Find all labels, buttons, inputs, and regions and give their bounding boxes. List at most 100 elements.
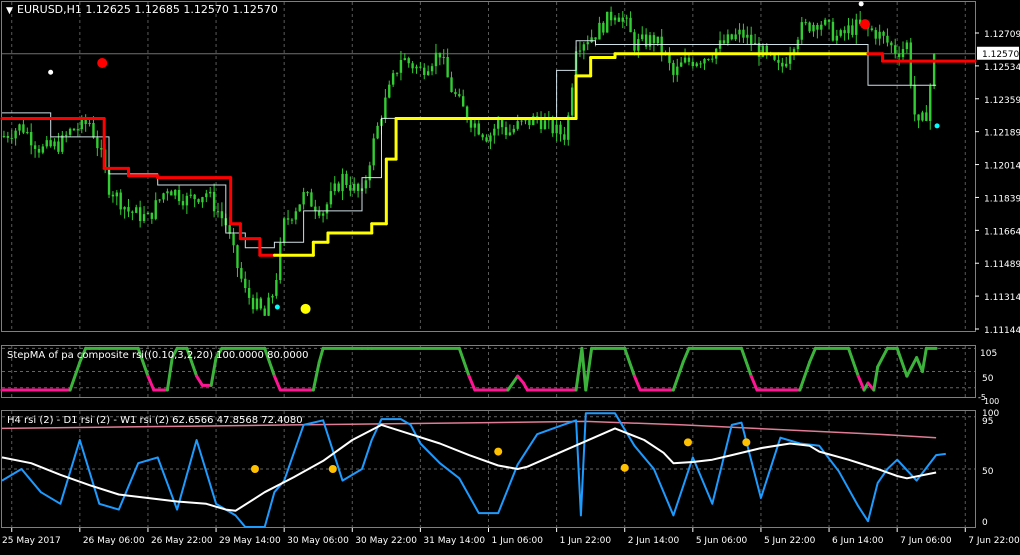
candle-body [76,129,80,131]
candle-body [341,173,344,192]
price-tick-label: 1.12534 [984,63,1020,73]
rsi-signal-dot [742,438,751,447]
candle-body [22,124,25,133]
candle-body [781,62,784,67]
time-tick-label: 30 May 22:00 [355,536,417,546]
candle-body [641,34,644,40]
candle-body [138,207,142,222]
candle-body [590,37,593,43]
candle-body [329,191,333,205]
candle-body [917,114,920,121]
candle-body [606,11,609,33]
stepma-segment [920,346,928,373]
candle-body [750,34,753,45]
candle-body [325,204,329,214]
price-tick-label: 1.12189 [984,129,1020,139]
time-tick-label: 29 May 14:00 [219,536,281,546]
stepma-segment [632,374,642,392]
candle-body [216,211,220,213]
candle-body [711,58,714,60]
price-tick-label: 1.11839 [984,194,1020,204]
candle-body [485,137,488,142]
candle-body [897,53,901,58]
candle-body [656,36,660,44]
candle-body [932,53,936,87]
stepma-segment [209,356,218,387]
candle-body [570,87,574,116]
signal-dot [48,69,54,75]
candle-body [88,122,91,125]
candle-body [559,124,562,135]
candle-body [395,72,399,74]
candle-body [403,58,407,60]
candle-body [901,49,905,58]
candle-body [271,295,274,298]
candle-body [835,35,839,41]
candle-body [855,19,858,35]
symbol-triangle-icon[interactable]: ▼ [6,6,13,16]
candle-body [244,278,247,289]
osc-level-label: 50 [982,374,994,384]
candle-body [438,52,442,58]
candle-body [415,66,418,69]
candle-body [703,59,706,64]
candle-body [890,42,893,46]
candle-body [683,57,687,63]
time-tick-label: 26 May 06:00 [83,536,145,546]
candle-body [516,121,519,129]
candle-body [255,298,259,310]
candle-body [45,140,48,147]
candle-body [617,17,621,22]
candle-body [808,22,811,32]
candle-body [512,128,515,133]
time-tick-label: 25 May 2017 [2,536,61,546]
osc-level-label: 100 [984,397,999,406]
candle-body [14,130,17,139]
candle-body [388,84,391,98]
candle-body [353,183,356,191]
candle-body [275,279,278,296]
candle-body [625,17,628,19]
candle-body [738,29,741,35]
time-tick-label: 7 Jun 06:00 [900,536,952,546]
candle-body [430,66,434,72]
candle-body [851,25,854,35]
time-tick-label: 30 May 06:00 [287,536,349,546]
candle-body [384,97,387,119]
candle-body [119,192,122,210]
time-tick-label: 1 Jun 06:00 [492,536,544,546]
osc-level-label: 105 [980,349,997,359]
candle-body [33,145,37,149]
candle-body [652,35,656,44]
stepma-segment [311,360,321,392]
price-tick-label: 1.11314 [984,293,1020,303]
rsi-title: H4 rsi (2) - D1 rsi (2) - W1 rsi (2) 62.… [7,415,303,426]
candle-body [695,63,698,67]
candle-body [804,22,807,24]
time-tick-label: 5 Jun 22:00 [764,536,816,546]
candle-body [555,124,558,134]
candle-body [154,200,157,219]
candle-body [220,211,224,219]
rsi-signal-dot [250,465,259,473]
candle-body [594,37,597,40]
candle-body [209,191,212,194]
signal-dot [934,123,940,129]
candle-body [193,194,196,200]
candle-body [687,57,691,62]
chart-window[interactable]: 1.12709 1.12534 1.12359 1.12189 1.12014 1.118… [0,0,1020,551]
candle-body [843,30,846,34]
rsi-signal-dot [683,438,692,447]
candle-body [259,298,263,309]
candle-body [142,214,146,222]
stepma-segment [317,346,325,364]
rsi-level-label: 95 [982,417,993,427]
chart-canvas[interactable]: 1.12709 1.12534 1.12359 1.12189 1.12014 1.118… [0,0,1020,551]
candle-body [504,127,508,136]
candle-body [267,297,270,316]
candle-body [349,185,352,191]
candle-body [57,141,60,152]
stepma-segment [68,360,82,392]
candle-body [212,191,216,212]
time-tick-label: 5 Jun 06:00 [696,536,748,546]
